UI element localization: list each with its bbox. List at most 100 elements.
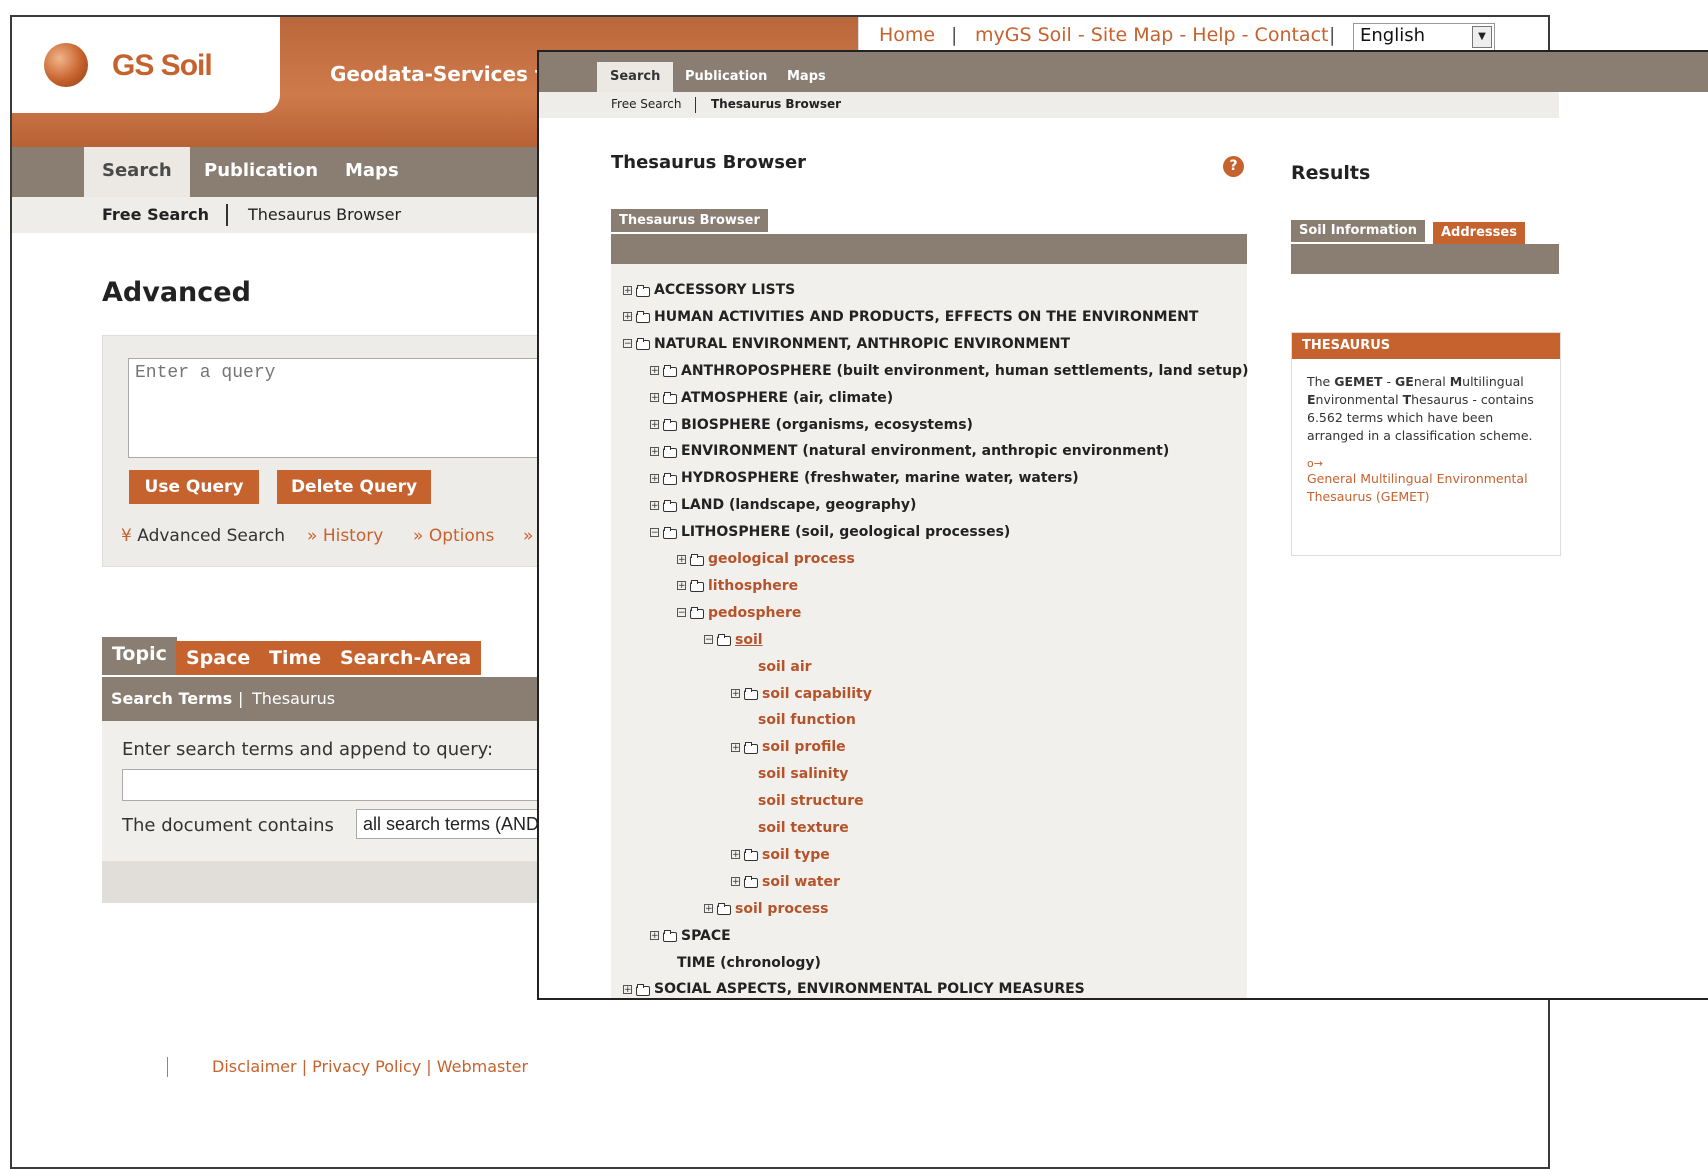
tree-node[interactable]: TIME (chronology) (650, 955, 821, 971)
nav-tab-maps[interactable]: Maps (774, 62, 839, 92)
tree-node[interactable]: + HYDROSPHERE (freshwater, marine water, … (650, 470, 1079, 486)
mygs-sitemap-help-contact-links[interactable]: myGS Soil - Site Map - Help - Contact (975, 24, 1328, 46)
tree-node-label[interactable]: ANTHROPOSPHERE (built environment, human… (681, 363, 1248, 379)
tab-soil-information[interactable]: Soil Information (1291, 220, 1425, 242)
tree-node-label[interactable]: soil texture (758, 820, 849, 836)
tree-node-label[interactable]: lithosphere (708, 578, 798, 594)
expand-icon[interactable]: + (731, 877, 740, 887)
subnav-free-search[interactable]: Free Search (611, 97, 682, 111)
expand-icon[interactable]: + (650, 446, 659, 456)
tree-node[interactable]: + soil capability (731, 686, 872, 702)
tree-node-label[interactable]: LITHOSPHERE (soil, geological processes) (681, 524, 1010, 540)
language-select[interactable]: English ▼ (1353, 23, 1495, 51)
nav-tab-search[interactable]: Search (597, 62, 674, 92)
tree-node[interactable]: + geological process (677, 551, 855, 567)
tree-node-label[interactable]: ATMOSPHERE (air, climate) (681, 390, 893, 406)
more-link[interactable]: » (523, 526, 533, 546)
tree-node[interactable]: + BIOSPHERE (organisms, ecosystems) (650, 417, 973, 433)
tree-node-label[interactable]: NATURAL ENVIRONMENT, ANTHROPIC ENVIRONME… (654, 336, 1070, 352)
tree-node[interactable]: + SOCIAL ASPECTS, ENVIRONMENTAL POLICY ME… (623, 981, 1085, 997)
tree-node-label[interactable]: soil water (762, 874, 840, 890)
tree-node[interactable]: + soil type (731, 847, 830, 863)
expand-icon[interactable]: + (704, 904, 713, 914)
tree-node[interactable]: + soil process (704, 901, 828, 917)
tree-node-label[interactable]: pedosphere (708, 605, 801, 621)
tree-node-label[interactable]: HYDROSPHERE (freshwater, marine water, w… (681, 470, 1079, 486)
tree-node[interactable]: soil texture (731, 820, 849, 836)
delete-query-button[interactable]: Delete Query (277, 470, 431, 504)
tree-node-label[interactable]: HUMAN ACTIVITIES AND PRODUCTS, EFFECTS O… (654, 309, 1198, 325)
tree-node-label[interactable]: BIOSPHERE (organisms, ecosystems) (681, 417, 973, 433)
tree-node-label[interactable]: TIME (chronology) (677, 955, 821, 971)
footer-links[interactable]: Disclaimer | Privacy Policy | Webmaster (212, 1057, 528, 1076)
tree-node-label[interactable]: ACCESSORY LISTS (654, 282, 795, 298)
tree-node-label[interactable]: soil structure (758, 793, 864, 809)
thesaurus-browser-tab[interactable]: Thesaurus Browser (611, 209, 768, 232)
tab-space[interactable]: Space (176, 641, 261, 675)
expand-icon[interactable]: + (623, 984, 632, 994)
tree-node[interactable]: + soil water (731, 874, 840, 890)
tree-node[interactable]: + ACCESSORY LISTS (623, 282, 795, 298)
expand-icon[interactable]: + (650, 931, 659, 941)
advanced-search-link[interactable]: ¥ Advanced Search (121, 526, 285, 546)
nav-tab-publication[interactable]: Publication (186, 147, 336, 197)
subnav-thesaurus-browser[interactable]: Thesaurus Browser (248, 205, 401, 224)
collapse-icon[interactable]: − (704, 635, 713, 645)
help-icon[interactable]: ? (1223, 156, 1244, 177)
tree-node[interactable]: + ATMOSPHERE (air, climate) (650, 390, 893, 406)
tree-node-label[interactable]: geological process (708, 551, 855, 567)
nav-tab-publication[interactable]: Publication (672, 62, 780, 92)
logo-box[interactable]: GS Soil (12, 17, 280, 113)
tree-node[interactable]: + SPACE (650, 928, 731, 944)
gemet-link[interactable]: General Multilingual Environmental Thesa… (1307, 470, 1552, 506)
tree-node[interactable]: + soil profile (731, 739, 846, 755)
expand-icon[interactable]: + (677, 581, 686, 591)
subnav-thesaurus-browser[interactable]: Thesaurus Browser (711, 97, 841, 111)
expand-icon[interactable]: + (623, 285, 632, 295)
tab-search-terms[interactable]: Search Terms (111, 689, 232, 708)
collapse-icon[interactable]: − (623, 339, 632, 349)
tree-node[interactable]: + ANTHROPOSPHERE (built environment, huma… (650, 363, 1248, 379)
expand-icon[interactable]: + (650, 473, 659, 483)
tree-node[interactable]: − soil (704, 632, 763, 648)
expand-icon[interactable]: + (677, 554, 686, 564)
tree-node[interactable]: + LAND (landscape, geography) (650, 497, 916, 513)
tree-node-label[interactable]: soil function (758, 712, 856, 728)
tree-node-label[interactable]: SPACE (681, 928, 731, 944)
tree-node-label[interactable]: soil capability (762, 686, 872, 702)
tab-addresses[interactable]: Addresses (1433, 222, 1525, 244)
tree-node-label[interactable]: soil air (758, 659, 812, 675)
tree-node[interactable]: + lithosphere (677, 578, 798, 594)
tree-node-label[interactable]: LAND (landscape, geography) (681, 497, 916, 513)
tree-node[interactable]: − NATURAL ENVIRONMENT, ANTHROPIC ENVIRONM… (623, 336, 1070, 352)
expand-icon[interactable]: + (650, 366, 659, 376)
options-link[interactable]: » Options (413, 526, 494, 546)
tree-node-label[interactable]: soil process (735, 901, 828, 917)
chevron-down-icon[interactable]: ▼ (1472, 26, 1492, 48)
tab-thesaurus[interactable]: Thesaurus (252, 689, 335, 708)
tree-node[interactable]: soil structure (731, 793, 864, 809)
use-query-button[interactable]: Use Query (129, 470, 259, 504)
home-link[interactable]: Home (879, 24, 935, 46)
tree-node-label[interactable]: soil (735, 632, 763, 648)
collapse-icon[interactable]: − (677, 608, 686, 618)
history-link[interactable]: » History (307, 526, 383, 546)
expand-icon[interactable]: + (623, 312, 632, 322)
expand-icon[interactable]: + (650, 420, 659, 430)
tab-search-area[interactable]: Search-Area (330, 641, 482, 675)
expand-icon[interactable]: + (731, 689, 740, 699)
expand-icon[interactable]: + (650, 393, 659, 403)
tree-node[interactable]: soil air (731, 659, 812, 675)
subnav-free-search[interactable]: Free Search (102, 205, 209, 224)
tree-node-label[interactable]: soil type (762, 847, 830, 863)
nav-tab-maps[interactable]: Maps (327, 147, 417, 197)
tree-node-label[interactable]: SOCIAL ASPECTS, ENVIRONMENTAL POLICY MEA… (654, 981, 1085, 997)
tree-node[interactable]: soil salinity (731, 766, 848, 782)
expand-icon[interactable]: + (731, 742, 740, 752)
tree-node-label[interactable]: soil salinity (758, 766, 848, 782)
tree-node[interactable]: − pedosphere (677, 605, 801, 621)
tab-topic[interactable]: Topic (102, 637, 177, 675)
tree-node[interactable]: − LITHOSPHERE (soil, geological processes… (650, 524, 1010, 540)
tree-node-label[interactable]: soil profile (762, 739, 846, 755)
collapse-icon[interactable]: − (650, 527, 659, 537)
